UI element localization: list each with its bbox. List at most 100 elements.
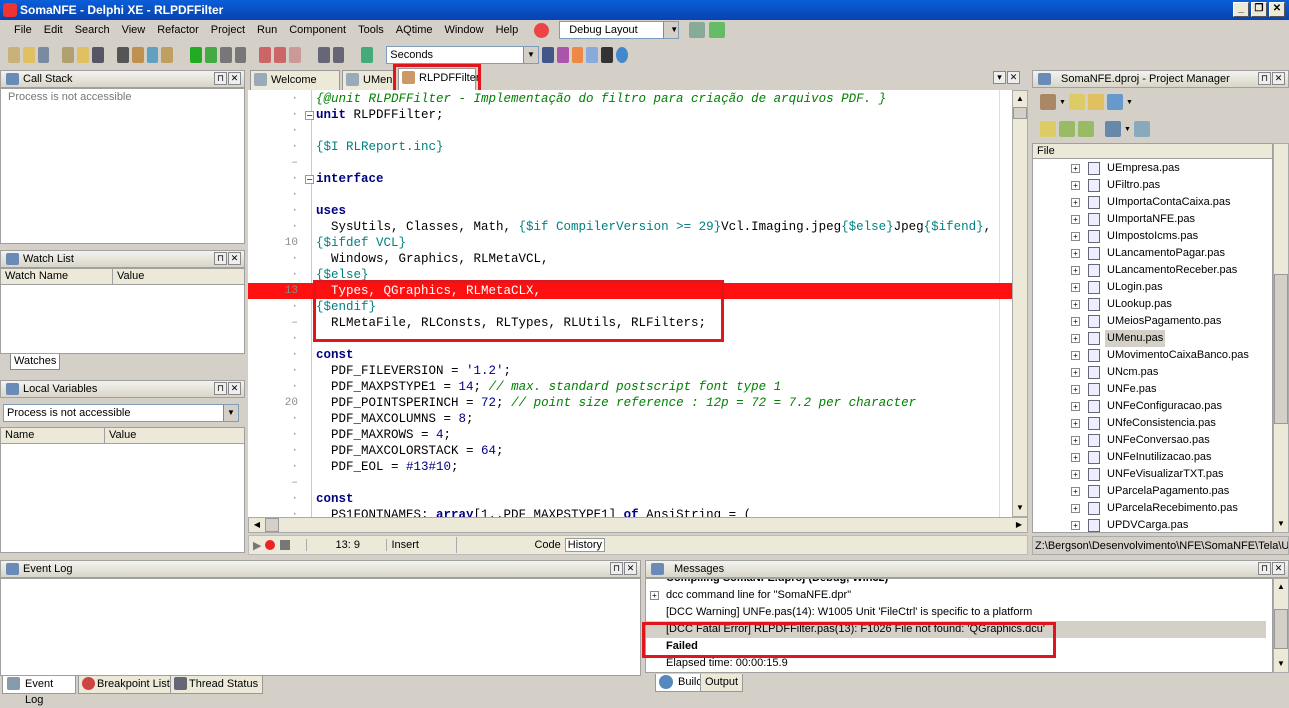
- expand-icon[interactable]: +: [1071, 351, 1080, 360]
- results-icon[interactable]: [571, 47, 584, 63]
- close-icon[interactable]: ✕: [1272, 72, 1285, 85]
- expand-icon[interactable]: +: [1071, 283, 1080, 292]
- message-line[interactable]: Elapsed time: 00:00:15.9: [646, 655, 1266, 672]
- scroll-right-icon[interactable]: ▶: [1011, 518, 1027, 532]
- scroll-up-icon[interactable]: ▲: [1274, 579, 1288, 595]
- code-line[interactable]: ·: [248, 123, 1012, 139]
- new-project-icon[interactable]: [62, 47, 75, 63]
- help-icon[interactable]: [616, 47, 628, 63]
- code-line[interactable]: · − interface: [248, 171, 1012, 187]
- close-icon[interactable]: ✕: [228, 72, 241, 85]
- command-icon[interactable]: [601, 47, 614, 63]
- column-file[interactable]: File: [1033, 144, 1272, 158]
- pin-icon[interactable]: ⊓: [214, 72, 227, 85]
- scroll-down-icon[interactable]: ▼: [1274, 516, 1288, 532]
- pin-icon[interactable]: ⊓: [214, 252, 227, 265]
- column-name[interactable]: Name: [1, 428, 105, 443]
- tab-history[interactable]: History: [564, 538, 605, 552]
- fold-icon[interactable]: −: [305, 175, 314, 184]
- code-line[interactable]: · SysUtils, Classes, Math, {$if Compiler…: [248, 219, 1012, 235]
- code-line-error[interactable]: 13 Types, QGraphics, RLMetaCLX,: [248, 283, 1012, 299]
- close-icon[interactable]: ✕: [1272, 562, 1285, 575]
- tree-item[interactable]: + UMenu.pas: [1033, 330, 1272, 347]
- code-line[interactable]: · {$else}: [248, 267, 1012, 283]
- seconds-combo[interactable]: Seconds ▼: [386, 46, 539, 64]
- column-value[interactable]: Value: [105, 428, 243, 443]
- expand-icon[interactable]: +: [1071, 164, 1080, 173]
- forward-icon[interactable]: [332, 47, 345, 63]
- menu-view[interactable]: View: [116, 24, 152, 36]
- pin-icon[interactable]: ⊓: [1258, 562, 1271, 575]
- code-line[interactable]: · PDF_MAXPSTYPE1 = 14; // max. standard …: [248, 379, 1012, 395]
- pin-icon[interactable]: ⊓: [610, 562, 623, 575]
- play-icon[interactable]: ▶: [253, 539, 261, 552]
- tree-item[interactable]: + ULogin.pas: [1033, 279, 1272, 296]
- code-line[interactable]: · Windows, Graphics, RLMetaVCL,: [248, 251, 1012, 267]
- tree-item[interactable]: + UNFeConfiguracao.pas: [1033, 398, 1272, 415]
- expand-icon[interactable]: +: [1071, 453, 1080, 462]
- code-line[interactable]: · {$endif}: [248, 299, 1012, 315]
- tree-item[interactable]: + UNFeConversao.pas: [1033, 432, 1272, 449]
- tree-item[interactable]: + UPDVCarga.pas: [1033, 517, 1272, 532]
- fold-icon[interactable]: −: [305, 111, 314, 120]
- tree-item[interactable]: + UNFeInutilizacao.pas: [1033, 449, 1272, 466]
- expand-icon[interactable]: +: [1071, 249, 1080, 258]
- activate-icon[interactable]: [1040, 94, 1056, 110]
- tab-list-icon[interactable]: ▾: [993, 71, 1006, 84]
- list-icon[interactable]: [1105, 121, 1121, 137]
- code-line[interactable]: · PDF_MAXROWS = 4;: [248, 427, 1012, 443]
- code-line[interactable]: · const: [248, 347, 1012, 363]
- expand-icon[interactable]: +: [1071, 487, 1080, 496]
- profile-icon[interactable]: [556, 47, 569, 63]
- scroll-thumb[interactable]: [1274, 609, 1288, 649]
- run-to-cursor-icon[interactable]: [289, 47, 301, 63]
- scroll-thumb[interactable]: [1274, 274, 1288, 424]
- menu-project[interactable]: Project: [205, 24, 251, 36]
- expand-icon[interactable]: +: [1071, 504, 1080, 513]
- code-line[interactable]: · PDF_MAXCOLORSTACK = 64;: [248, 443, 1012, 459]
- menu-component[interactable]: Component: [283, 24, 352, 36]
- view-icon[interactable]: [1106, 94, 1123, 110]
- close-icon[interactable]: ✕: [1007, 71, 1020, 84]
- column-value[interactable]: Value: [113, 269, 243, 284]
- code-line[interactable]: · − unit RLPDFFilter;: [248, 107, 1012, 123]
- open-folder-icon[interactable]: [1087, 94, 1104, 110]
- tree-item[interactable]: + UNcm.pas: [1033, 364, 1272, 381]
- tab-thread-status[interactable]: Thread Status: [170, 676, 264, 694]
- tree-item[interactable]: + UMovimentoCaixaBanco.pas: [1033, 347, 1272, 364]
- editor-horizontal-scrollbar[interactable]: ◀ ▶: [248, 517, 1028, 533]
- save-all-icon[interactable]: [37, 47, 50, 63]
- new-icon[interactable]: [8, 47, 20, 63]
- settings-icon[interactable]: [1133, 121, 1150, 137]
- help-icon[interactable]: [534, 22, 550, 38]
- expand-icon[interactable]: +: [1071, 368, 1080, 377]
- close-icon[interactable]: ✕: [624, 562, 637, 575]
- message-line[interactable]: Compiling SomaNFE.dproj (Debug, Win32): [646, 579, 1266, 587]
- expand-icon[interactable]: +: [650, 591, 659, 600]
- chevron-down-icon[interactable]: ▼: [663, 22, 679, 38]
- expand-icon[interactable]: +: [1071, 334, 1080, 343]
- menu-help[interactable]: Help: [490, 24, 525, 36]
- sync-icon[interactable]: [1040, 121, 1056, 137]
- tree-item[interactable]: + ULancamentoReceber.pas: [1033, 262, 1272, 279]
- close-button[interactable]: ✕: [1269, 2, 1285, 17]
- expand-icon[interactable]: +: [1071, 436, 1080, 445]
- code-line[interactable]: 10 {$ifdef VCL}: [248, 235, 1012, 251]
- scroll-thumb[interactable]: [265, 518, 279, 532]
- save-icon[interactable]: [92, 47, 104, 63]
- close-icon[interactable]: ✕: [228, 382, 241, 395]
- code-line[interactable]: ·: [248, 187, 1012, 203]
- tree-item[interactable]: + UFiltro.pas: [1033, 177, 1272, 194]
- scroll-thumb[interactable]: [1013, 107, 1027, 119]
- collapse-icon[interactable]: [1078, 121, 1094, 137]
- tab-event-log[interactable]: Event Log: [2, 676, 76, 706]
- aqtime-icon[interactable]: [541, 47, 554, 63]
- menu-tools[interactable]: Tools: [352, 24, 390, 36]
- code-line[interactable]: 20 PDF_POINTSPERINCH = 72; // point size…: [248, 395, 1012, 411]
- code-editor[interactable]: · {@unit RLPDFFilter - Implementação do f…: [248, 90, 1012, 517]
- expand-icon[interactable]: +: [1071, 317, 1080, 326]
- code-line[interactable]: · PDF_FILEVERSION = '1.2';: [248, 363, 1012, 379]
- expand-icon[interactable]: [1059, 121, 1075, 137]
- code-line[interactable]: ·: [248, 331, 1012, 347]
- tree-item[interactable]: + UMeiosPagamento.pas: [1033, 313, 1272, 330]
